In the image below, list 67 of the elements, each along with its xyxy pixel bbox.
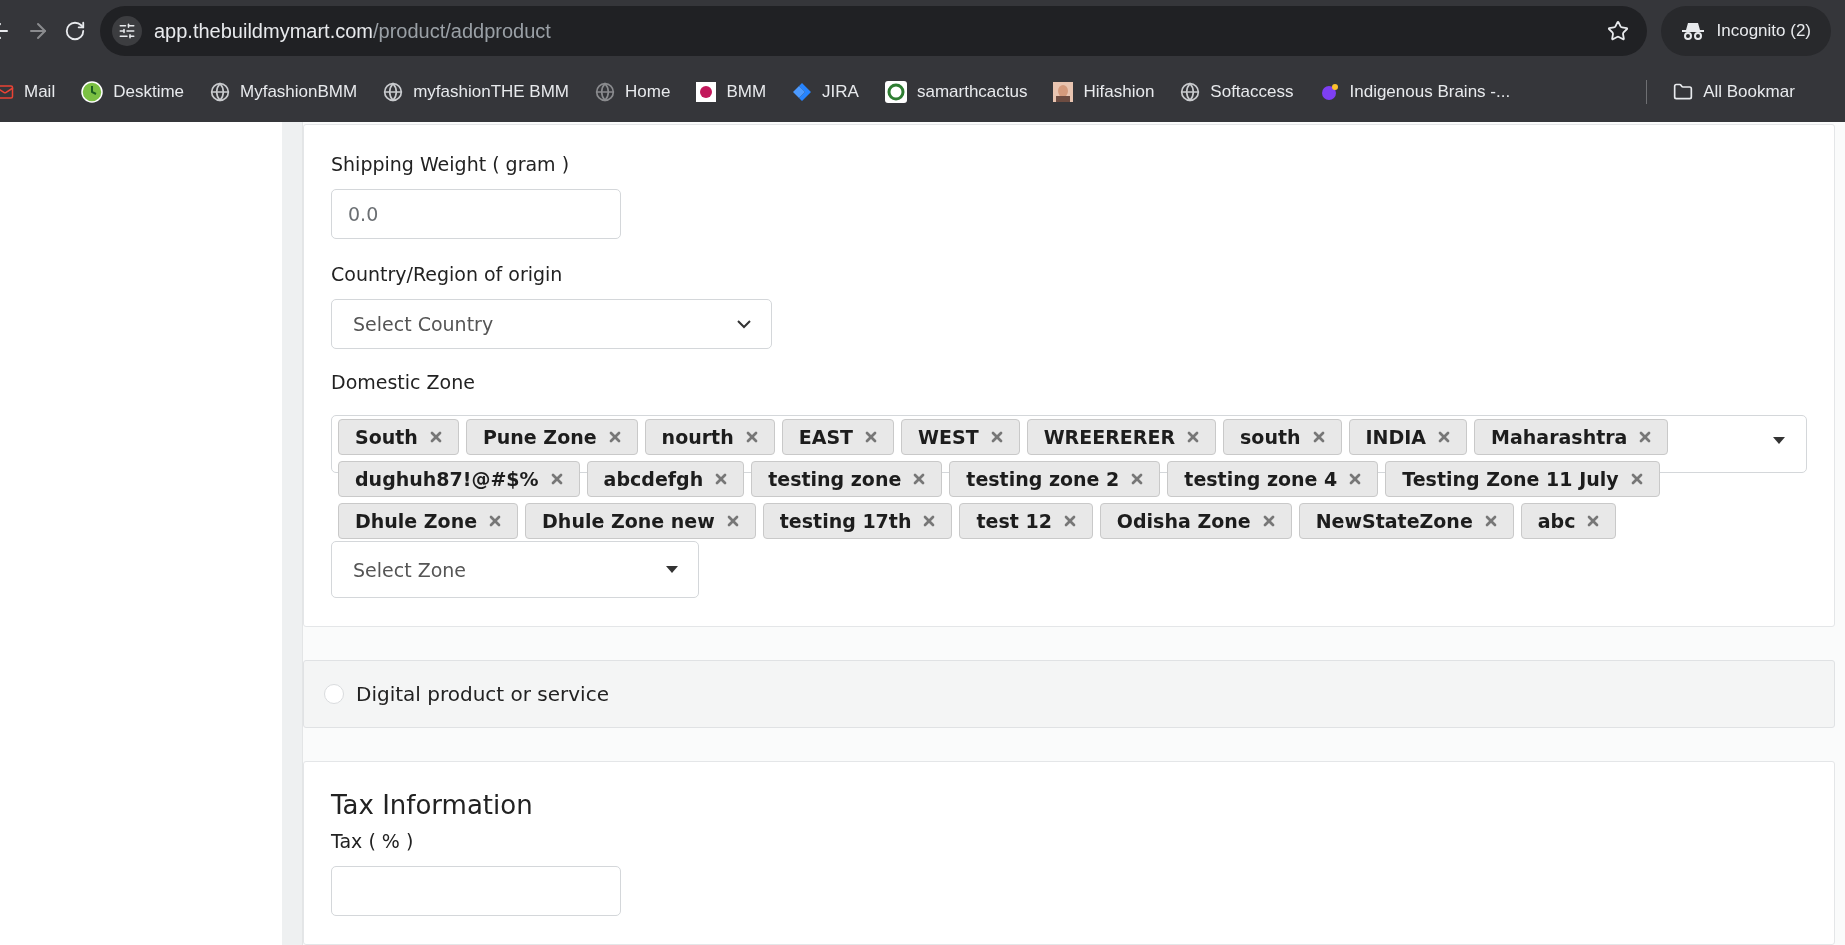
chevron-icon (737, 319, 751, 329)
zone-tag: Odisha Zone (1099, 503, 1292, 539)
bookmark[interactable]: Mail (0, 82, 56, 102)
zone-tag: testing 17th (762, 503, 953, 539)
zone-tag: abcdefgh (586, 461, 745, 497)
folder-icon (1673, 82, 1694, 102)
zone-tag: test 12 (959, 503, 1093, 539)
zone-tag: Pune Zone (465, 419, 638, 455)
section-title: Tax Information (331, 790, 534, 820)
bookmark[interactable]: Desktime (81, 81, 185, 103)
country-select[interactable]: Select Country (331, 299, 772, 349)
bookmark[interactable]: Hifashion (1053, 82, 1155, 102)
brain-icon (1319, 82, 1340, 102)
zone-tag: abc (1520, 503, 1617, 539)
bookmark[interactable]: samarthcactus (884, 81, 1028, 103)
zone-tag: EAST (781, 419, 895, 455)
zone-tag: dughuh87!@#$% (338, 461, 580, 497)
zone-tag: South (338, 419, 459, 455)
zone-tag: testing zone 2 (949, 461, 1161, 497)
globe-icon (210, 82, 231, 102)
field-label: Country/Region of origin (331, 263, 564, 285)
address-bar[interactable]: app.thebuildmymart.com/product/addproduct (100, 6, 1647, 56)
zone-tag: INDIA (1348, 419, 1468, 455)
zone-tag: Dhule Zone new (525, 503, 756, 539)
radio-button[interactable] (324, 684, 344, 704)
zone-tag: testing zone 4 (1167, 461, 1379, 497)
bookmark[interactable]: myfashionTHE BMM (383, 82, 570, 102)
zone-tag: testing zone (751, 461, 943, 497)
star-icon[interactable] (1606, 20, 1629, 42)
weight-input[interactable]: 0.0 (331, 189, 621, 239)
zone-tag: south (1223, 419, 1342, 455)
globe-icon (1180, 82, 1201, 102)
incognito-icon (1680, 21, 1705, 41)
zone-tag: Testing Zone 11 July (1385, 461, 1660, 497)
all-bookmarks[interactable]: All Bookmar (1673, 82, 1795, 102)
mail-icon (0, 83, 14, 101)
ring-icon (884, 81, 907, 103)
field-label: Shipping Weight ( gram ) (331, 153, 571, 175)
globe-icon (595, 82, 616, 102)
url-text: app.thebuildmymart.com/product/addproduct (154, 19, 552, 43)
jira-icon (792, 82, 813, 102)
bookmark[interactable]: Softaccess (1180, 82, 1294, 102)
caret-icon (1773, 437, 1785, 444)
zone-tag: nourth (644, 419, 775, 455)
clock-icon (81, 81, 104, 103)
field-label: Domestic Zone (331, 371, 476, 393)
bookmark[interactable]: MyfashionBMM (210, 82, 358, 102)
bookmark[interactable]: JIRA (792, 82, 859, 102)
site-settings-icon[interactable] (112, 16, 142, 46)
zone-tag: Dhule Zone (338, 503, 519, 539)
zone-tag: WREERERER (1026, 419, 1217, 455)
field-label: Tax ( % ) (331, 830, 415, 852)
zone-tag: WEST (901, 419, 1020, 455)
logo-icon (696, 82, 717, 102)
bookmark[interactable]: BMM (696, 82, 767, 102)
bookmark[interactable]: Indigenous Brains -... (1319, 82, 1511, 102)
zone-select[interactable]: Select Zone (331, 541, 699, 598)
tax-input[interactable] (331, 866, 621, 916)
zone-tag: NewStateZone (1298, 503, 1514, 539)
globe-icon (383, 82, 404, 102)
bookmark[interactable]: Home (595, 82, 671, 102)
zone-tag: Maharashtra (1474, 419, 1669, 455)
reload-icon[interactable] (64, 20, 86, 42)
zone-multiselect[interactable] (331, 415, 1807, 539)
profile-button[interactable]: Incognito (2) (1660, 6, 1831, 56)
option-label: Digital product or service (356, 682, 609, 706)
caret-icon (666, 566, 678, 573)
